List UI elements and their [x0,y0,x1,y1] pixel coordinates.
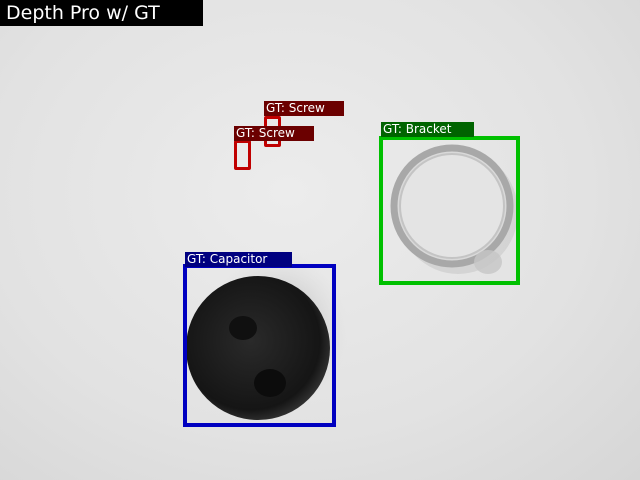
screw-label: GT: Screw [234,126,314,141]
bracket-bbox [379,136,520,285]
screw-bbox [234,140,251,170]
figure-title: Depth Pro w/ GT [0,0,203,26]
bracket-label: GT: Bracket [381,122,474,137]
capacitor-bbox [183,264,336,427]
screw-label: GT: Screw [264,101,344,116]
capacitor-label: GT: Capacitor [185,252,292,267]
